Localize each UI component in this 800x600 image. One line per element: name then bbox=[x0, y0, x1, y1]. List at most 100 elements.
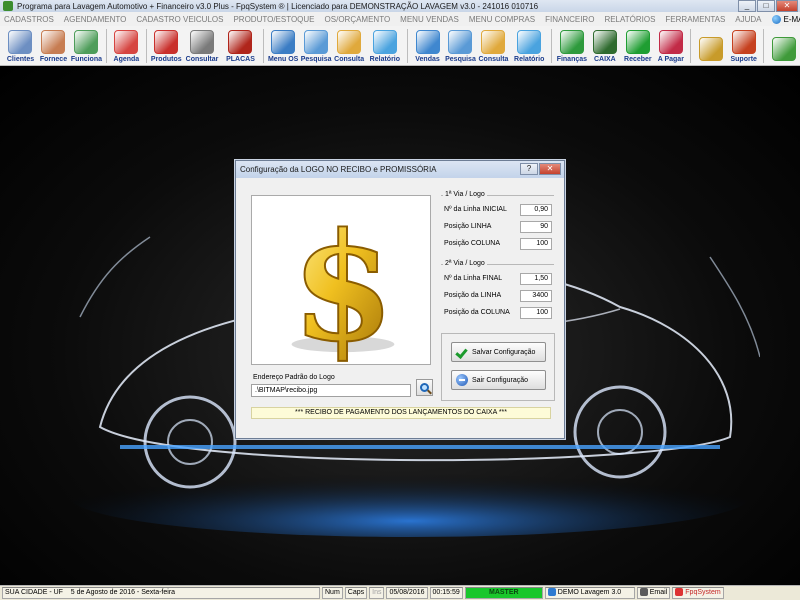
toolbar-button-label: Fornece bbox=[39, 56, 68, 63]
status-caps: Caps bbox=[344, 587, 368, 599]
status-email[interactable]: Email bbox=[636, 587, 671, 599]
menu-agendamento[interactable]: AGENDAMENTO bbox=[64, 15, 127, 24]
via1-posicao-coluna-label: Posição COLUNA bbox=[444, 240, 501, 247]
menu-cadastro-veiculos[interactable]: CADASTRO VEICULOS bbox=[136, 15, 223, 24]
toolbar-button-label: Relatório bbox=[369, 56, 401, 63]
menu-ferramentas[interactable]: FERRAMENTAS bbox=[665, 15, 725, 24]
toolbar-button-relat-rio[interactable]: Relatório bbox=[510, 27, 548, 65]
via1-row-posicao-linha: Posição LINHA 90 bbox=[441, 221, 554, 233]
toolbar-button-agenda[interactable]: Agenda bbox=[110, 27, 143, 65]
support-icon bbox=[731, 30, 756, 54]
logo-config-dialog: Configuração da LOGO NO RECIBO e PROMISS… bbox=[235, 160, 565, 439]
toolbar-button-caixa[interactable]: CAIXA bbox=[588, 27, 621, 65]
toolbar-button-finan-as[interactable]: Finanças bbox=[555, 27, 588, 65]
toolbar-button-consultar[interactable]: Consultar bbox=[183, 27, 221, 65]
toolbar-button-label: Pesquisa bbox=[445, 56, 476, 63]
save-config-button[interactable]: Salvar Configuração bbox=[451, 342, 546, 362]
menu-vendas[interactable]: MENU VENDAS bbox=[400, 15, 459, 24]
via2-title: 2ª Via / Logo bbox=[443, 260, 487, 267]
via2-row-posicao-coluna: Posição da COLUNA 100 bbox=[441, 307, 554, 319]
via2-row-linha-final: Nº da Linha FINAL 1,50 bbox=[441, 273, 554, 285]
receive-icon bbox=[625, 30, 650, 54]
via1-posicao-linha-label: Posição LINHA bbox=[444, 223, 492, 230]
maximize-button[interactable]: □ bbox=[757, 0, 775, 12]
menu-financeiro[interactable]: FINANCEIRO bbox=[545, 15, 594, 24]
toolbar-separator bbox=[407, 29, 409, 63]
via1-row-posicao-coluna: Posição COLUNA 100 bbox=[441, 238, 554, 250]
status-location-date: SUA CIDADE - UF 5 de Agosto de 2016 - Se… bbox=[2, 587, 320, 599]
dialog-help-button[interactable]: ? bbox=[520, 163, 538, 175]
toolbar-button-funciona[interactable]: Funciona bbox=[70, 27, 103, 65]
status-city: SUA CIDADE - UF bbox=[5, 589, 63, 596]
toolbar-button-placas[interactable]: PLACAS bbox=[221, 27, 259, 65]
via2-posicao-coluna-label: Posição da COLUNA bbox=[444, 309, 510, 316]
toolbar-button-produtos[interactable]: Produtos bbox=[150, 27, 183, 65]
status-demo-label: DEMO Lavagem 3.0 bbox=[557, 589, 622, 596]
exit-config-button[interactable]: Sair Configuração bbox=[451, 370, 546, 390]
browse-logo-button[interactable] bbox=[416, 379, 433, 396]
close-button[interactable]: ✕ bbox=[776, 0, 798, 12]
menu-relatorios[interactable]: RELATÓRIOS bbox=[604, 15, 655, 24]
status-date-long: 5 de Agosto de 2016 - Sexta-feira bbox=[70, 589, 176, 596]
toolbar-button-clientes[interactable]: Clientes bbox=[4, 27, 37, 65]
dialog-titlebar: Configuração da LOGO NO RECIBO e PROMISS… bbox=[236, 161, 564, 178]
via2-posicao-linha-input[interactable]: 3400 bbox=[520, 290, 552, 302]
menu-compras[interactable]: MENU COMPRAS bbox=[469, 15, 535, 24]
toolbar-button-label: Consulta bbox=[334, 56, 365, 63]
toolbar-button-vendas[interactable]: Vendas bbox=[411, 27, 444, 65]
magnifier-icon bbox=[420, 383, 429, 392]
toolbar-button-a-pagar[interactable]: A Pagar bbox=[654, 27, 687, 65]
toolbar-button-pesquisa[interactable]: Pesquisa bbox=[300, 27, 333, 65]
via1-group: 1ª Via / Logo Nº da Linha INICIAL 0,90 P… bbox=[441, 191, 554, 255]
menu-cadastros[interactable]: CADASTROS bbox=[4, 15, 54, 24]
action-panel: Salvar Configuração Sair Configuração bbox=[441, 333, 555, 401]
toolbar-button-label: Vendas bbox=[415, 56, 440, 63]
search-doc-icon bbox=[304, 30, 329, 54]
report-icon bbox=[517, 30, 542, 54]
via2-group: 2ª Via / Logo Nº da Linha FINAL 1,50 Pos… bbox=[441, 260, 554, 324]
minimize-button[interactable]: _ bbox=[738, 0, 756, 12]
calendar-icon bbox=[114, 30, 139, 54]
dialog-close-button[interactable]: ✕ bbox=[539, 163, 561, 175]
via2-posicao-coluna-input[interactable]: 100 bbox=[520, 307, 552, 319]
checkmark-icon bbox=[456, 347, 468, 357]
toolbar-button-label: Receber bbox=[624, 56, 652, 63]
dialog-controls: ? ✕ bbox=[520, 163, 561, 175]
toolbar-button-label: Produtos bbox=[150, 56, 182, 63]
toolbar-button-suporte[interactable]: Suporte bbox=[727, 27, 760, 65]
via1-posicao-coluna-input[interactable]: 100 bbox=[520, 238, 552, 250]
toolbar-button-coin[interactable] bbox=[694, 27, 727, 65]
toolbar-button-pesquisa[interactable]: Pesquisa bbox=[444, 27, 477, 65]
menu-produto-estoque[interactable]: PRODUTO/ESTOQUE bbox=[233, 15, 314, 24]
toolbar-button-label: CAIXA bbox=[593, 56, 616, 63]
mail-icon bbox=[639, 588, 648, 597]
toolbar-button-consulta[interactable]: Consulta bbox=[477, 27, 510, 65]
via2-linha-final-input[interactable]: 1,50 bbox=[520, 273, 552, 285]
status-num: Num bbox=[322, 587, 343, 599]
logo-path-input[interactable]: .\BITMAP\recibo.jpg bbox=[251, 384, 411, 397]
window-titlebar: Programa para Lavagem Automotivo + Finan… bbox=[0, 0, 800, 12]
toolbar-button-fornece[interactable]: Fornece bbox=[37, 27, 70, 65]
menu-ajuda[interactable]: AJUDA bbox=[735, 15, 761, 24]
toolbar-button-receber[interactable]: Receber bbox=[621, 27, 654, 65]
toolbar-button-label: Consulta bbox=[478, 56, 509, 63]
toolbar-button-label: Agenda bbox=[113, 56, 140, 63]
menu-email[interactable]: E-MAIL bbox=[771, 14, 800, 24]
employee-icon bbox=[74, 30, 99, 54]
menu-os-orcamento[interactable]: OS/ORÇAMENTO bbox=[325, 15, 391, 24]
logo-preview: $ bbox=[251, 195, 431, 375]
svg-text:$: $ bbox=[291, 200, 394, 364]
toolbar-button-menu-os[interactable]: Menu OS bbox=[267, 27, 300, 65]
app-icon bbox=[3, 1, 13, 11]
via1-posicao-linha-input[interactable]: 90 bbox=[520, 221, 552, 233]
toolbar-button-consulta[interactable]: Consulta bbox=[333, 27, 366, 65]
via1-linha-inicial-input[interactable]: 0,90 bbox=[520, 204, 552, 216]
folder-icon bbox=[481, 30, 506, 54]
menu-email-label: E-MAIL bbox=[783, 14, 800, 24]
search-doc-icon bbox=[448, 30, 473, 54]
exit-config-label: Sair Configuração bbox=[472, 376, 529, 384]
toolbar-button-exit[interactable] bbox=[767, 27, 800, 65]
coin-icon bbox=[698, 37, 723, 61]
car-plate-icon bbox=[228, 30, 253, 54]
toolbar-button-relat-rio[interactable]: Relatório bbox=[366, 27, 404, 65]
